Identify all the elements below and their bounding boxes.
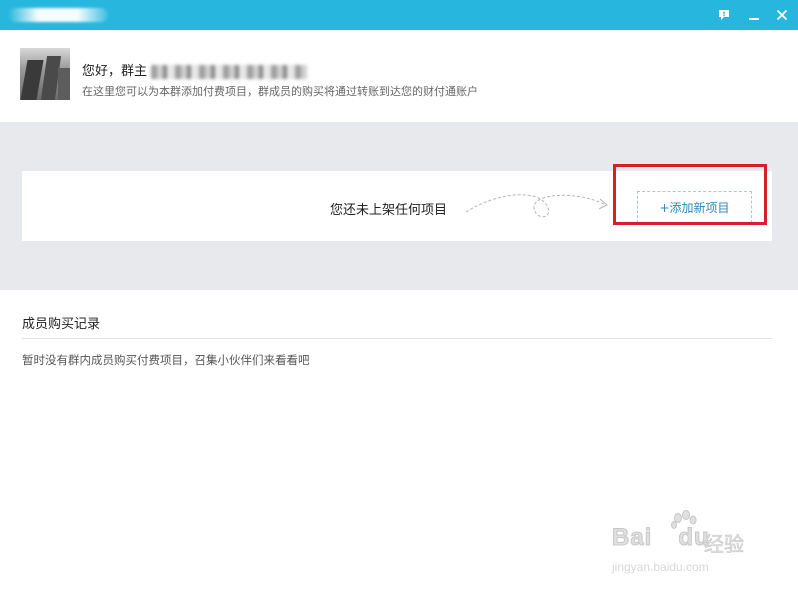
minimize-icon[interactable] <box>744 5 764 25</box>
title-bar <box>0 0 798 30</box>
redacted-group-name <box>151 64 308 79</box>
greeting-text: 您好，群主 <box>82 64 148 79</box>
watermark-url: jingyan.baidu.com <box>612 560 709 574</box>
no-items-text: 您还未上架任何项目 <box>330 203 448 218</box>
highlight-annotation <box>613 164 767 225</box>
watermark-text: 经验 <box>704 532 745 557</box>
greeting-line: 您好，群主 <box>82 60 308 79</box>
avatar <box>20 48 70 100</box>
feedback-icon[interactable] <box>714 5 734 25</box>
paw-icon <box>671 510 697 529</box>
window-title-redacted <box>8 8 108 22</box>
header-subtitle: 在这里您可以为本群添加付费项目，群成员的购买将通过转账到达您的财付通账户 <box>82 85 478 98</box>
records-empty-text: 暂时没有群内成员购买付费项目，召集小伙伴们来看看吧 <box>22 353 310 367</box>
curved-arrow-icon <box>465 194 608 218</box>
records-title: 成员购买记录 <box>22 317 101 332</box>
records-divider <box>22 338 772 339</box>
baidu-watermark: Bai du 经验 jingyan.baidu.com <box>611 510 762 580</box>
close-icon[interactable] <box>772 5 792 25</box>
